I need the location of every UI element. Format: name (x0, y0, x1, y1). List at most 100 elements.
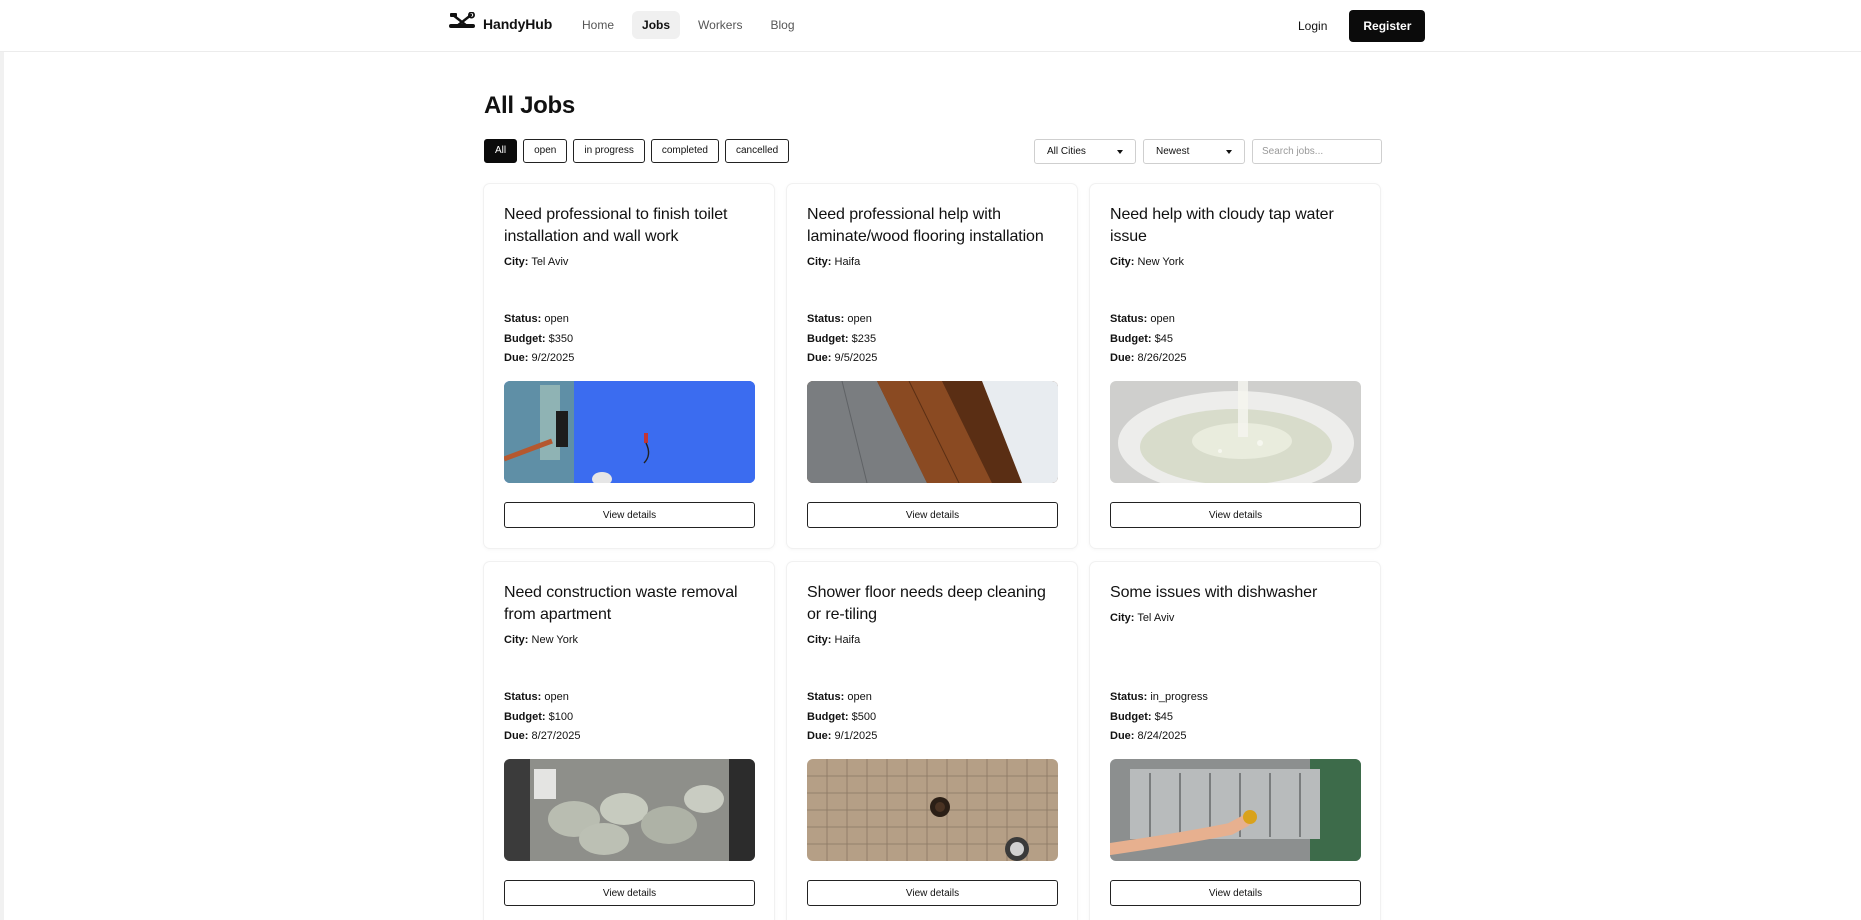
job-city: City: Tel Aviv (504, 256, 754, 296)
nav-blog[interactable]: Blog (760, 11, 804, 39)
job-photo-dishwasher-repair (1110, 759, 1361, 861)
filter-open[interactable]: open (523, 139, 568, 163)
page-edge (0, 0, 4, 920)
main-nav: Home Jobs Workers Blog (572, 11, 805, 39)
job-due: Due: 8/27/2025 (504, 727, 580, 747)
city-value: Haifa (834, 256, 861, 268)
budget-label: Budget: (504, 710, 546, 723)
city-select[interactable]: All Cities (1034, 139, 1136, 164)
budget-value: $350 (548, 332, 574, 345)
budget-value: $235 (851, 332, 877, 345)
brand-name: HandyHub (483, 15, 553, 32)
budget-value: $100 (548, 710, 574, 723)
auth-actions: Login Register (1290, 10, 1426, 42)
job-city: City: Tel Aviv (1110, 612, 1360, 652)
job-stats: Status: open Budget: $235 Due: 9/5/2025 (807, 310, 877, 369)
job-status: Status: open (504, 310, 574, 330)
job-status: Status: open (504, 688, 580, 708)
nav-jobs[interactable]: Jobs (632, 11, 681, 39)
page-title: All Jobs (484, 92, 575, 119)
view-details-button[interactable]: View details (504, 880, 755, 906)
job-city: City: New York (1110, 256, 1360, 296)
city-label: City: (1110, 612, 1135, 624)
status-label: Status: (1110, 313, 1148, 325)
job-card: Need professional help with laminate/woo… (787, 184, 1077, 548)
city-value: Tel Aviv (531, 256, 569, 268)
city-value: New York (1137, 256, 1184, 268)
job-budget: Budget: $350 (504, 330, 574, 350)
budget-value: $500 (851, 710, 877, 723)
due-value: 9/2/2025 (531, 352, 575, 364)
city-label: City: (504, 256, 529, 268)
filter-in-progress[interactable]: in progress (573, 139, 645, 163)
city-label: City: (807, 256, 832, 268)
view-details-button[interactable]: View details (504, 502, 755, 528)
due-label: Due: (1110, 352, 1135, 364)
filter-completed[interactable]: completed (650, 139, 719, 163)
status-label: Status: (504, 313, 542, 325)
due-value: 9/5/2025 (834, 352, 878, 364)
filter-all[interactable]: All (484, 139, 518, 163)
due-value: 8/26/2025 (1137, 352, 1187, 364)
nav-home[interactable]: Home (572, 11, 624, 39)
due-label: Due: (504, 730, 529, 742)
city-label: City: (1110, 256, 1135, 268)
chevron-down-icon (1226, 149, 1232, 154)
job-photo-dirty-shower-tiles (807, 759, 1058, 861)
status-value: open (544, 313, 569, 325)
job-card: Need professional to finish toilet insta… (484, 184, 774, 548)
due-value: 8/24/2025 (1137, 730, 1187, 742)
job-stats: Status: open Budget: $500 Due: 9/1/2025 (807, 688, 877, 747)
view-details-button[interactable]: View details (1110, 880, 1361, 906)
budget-label: Budget: (807, 710, 849, 723)
job-city: City: Haifa (807, 256, 1057, 296)
jobs-grid: Need professional to finish toilet insta… (484, 184, 1380, 920)
job-budget: Budget: $235 (807, 330, 877, 350)
job-photo-blue-bathroom-construction (504, 381, 755, 483)
register-button[interactable]: Register (1349, 10, 1426, 42)
job-title: Need professional to finish toilet insta… (504, 206, 728, 245)
view-details-button[interactable]: View details (1110, 502, 1361, 528)
status-value: open (847, 691, 872, 703)
job-stats: Status: open Budget: $45 Due: 8/26/2025 (1110, 310, 1186, 369)
search-input[interactable] (1252, 139, 1382, 164)
city-value: New York (531, 634, 578, 646)
login-link[interactable]: Login (1290, 13, 1335, 39)
job-card: Shower floor needs deep cleaning or re-t… (787, 562, 1077, 920)
list-controls: All Cities Newest (1034, 139, 1382, 164)
job-title: Need professional help with laminate/woo… (807, 206, 1044, 245)
status-label: Status: (1110, 691, 1148, 703)
job-budget: Budget: $45 (1110, 330, 1186, 350)
budget-label: Budget: (1110, 710, 1152, 723)
job-title: Shower floor needs deep cleaning or re-t… (807, 584, 1046, 623)
job-budget: Budget: $100 (504, 708, 580, 728)
status-value: open (1150, 313, 1175, 325)
sort-select[interactable]: Newest (1143, 139, 1245, 164)
job-stats: Status: in_progress Budget: $45 Due: 8/2… (1110, 688, 1208, 747)
view-details-button[interactable]: View details (807, 880, 1058, 906)
status-label: Status: (807, 313, 845, 325)
status-label: Status: (504, 691, 542, 703)
status-value: open (847, 313, 872, 325)
job-title: Some issues with dishwasher (1110, 584, 1318, 601)
budget-label: Budget: (504, 332, 546, 345)
budget-value: $45 (1154, 332, 1173, 345)
job-due: Due: 9/5/2025 (807, 349, 877, 369)
due-value: 9/1/2025 (834, 730, 878, 742)
nav-workers[interactable]: Workers (688, 11, 752, 39)
due-label: Due: (807, 352, 832, 364)
sort-select-value: Newest (1156, 146, 1190, 157)
job-due: Due: 8/26/2025 (1110, 349, 1186, 369)
job-city: City: New York (504, 634, 754, 674)
brand-logo-link[interactable]: HandyHub (447, 11, 553, 35)
filter-cancelled[interactable]: cancelled (724, 139, 790, 163)
due-label: Due: (504, 352, 529, 364)
job-city: City: Haifa (807, 634, 1057, 674)
budget-value: $45 (1154, 710, 1173, 723)
city-select-value: All Cities (1047, 146, 1086, 157)
job-stats: Status: open Budget: $100 Due: 8/27/2025 (504, 688, 580, 747)
job-due: Due: 8/24/2025 (1110, 727, 1208, 747)
chevron-down-icon (1117, 149, 1123, 154)
view-details-button[interactable]: View details (807, 502, 1058, 528)
job-title: Need help with cloudy tap water issue (1110, 206, 1334, 245)
